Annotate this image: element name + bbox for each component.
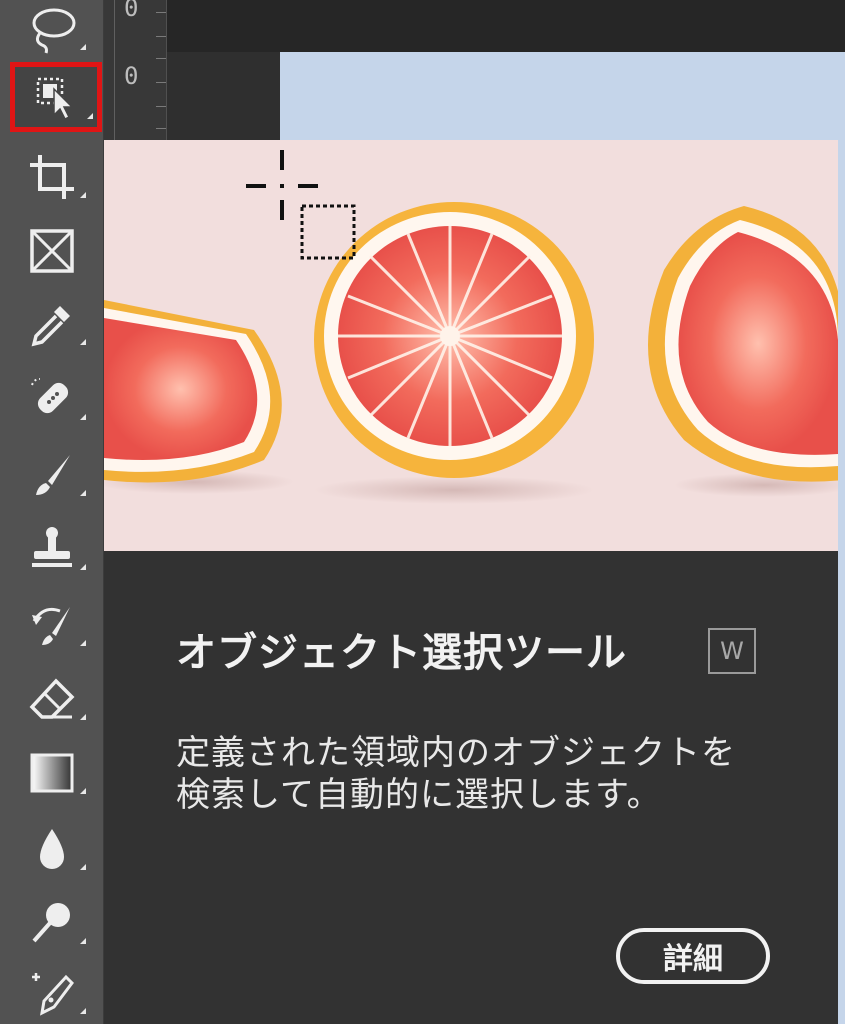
frame-tool[interactable] [14, 222, 90, 280]
history-brush-tool[interactable] [14, 596, 90, 654]
canvas-pasteboard [166, 52, 280, 142]
lasso-tool[interactable] [14, 0, 90, 58]
pen-icon [32, 973, 74, 1016]
learn-more-button[interactable]: 詳細 [616, 928, 770, 984]
tooltip-preview-image [104, 140, 838, 551]
vertical-ruler[interactable]: 0 0 [104, 0, 167, 140]
eyedropper-tool[interactable] [14, 295, 90, 353]
tool-tooltip: オブジェクト選択ツール W 定義された領域内のオブジェクトを検索して自動的に選択… [104, 140, 838, 1024]
eraser-tool[interactable] [14, 670, 90, 728]
frame-icon [30, 229, 74, 273]
gradient-tool[interactable] [14, 744, 90, 802]
ruler-tick [156, 82, 166, 83]
document-canvas[interactable] [280, 52, 845, 142]
spot-healing-tool[interactable] [14, 370, 90, 428]
pen-tool[interactable] [14, 964, 90, 1022]
ruler-tick [156, 106, 166, 107]
bandage-icon [31, 378, 69, 414]
clone-stamp-tool[interactable] [14, 520, 90, 578]
ruler-tick [156, 36, 166, 37]
lasso-icon [32, 8, 76, 54]
tooltip-description: 定義された領域内のオブジェクトを検索して自動的に選択します。 [176, 733, 736, 815]
ruler-tick [156, 128, 166, 129]
eyedropper-icon [31, 306, 70, 347]
drop-icon [40, 829, 64, 869]
grapefruit-center [314, 202, 594, 478]
ruler-tick [156, 58, 166, 59]
options-bar-area [166, 0, 845, 52]
crop-tool[interactable] [14, 148, 90, 206]
eraser-icon [29, 678, 75, 719]
gradient-icon [30, 753, 74, 793]
selection-marquee-icon [300, 204, 356, 260]
history-brush-icon [32, 607, 70, 645]
shortcut-key-badge: W [708, 628, 756, 674]
ruler-label: 0 [124, 0, 139, 22]
stamp-icon [32, 527, 72, 567]
brush-icon [36, 455, 70, 495]
crop-icon [30, 155, 74, 199]
dodge-tool[interactable] [14, 894, 90, 952]
brush-tool[interactable] [14, 446, 90, 504]
grapefruit-right [648, 206, 838, 482]
grapefruit-left [104, 300, 282, 483]
ruler-label: 0 [124, 62, 139, 90]
ruler-line [114, 0, 115, 140]
tools-panel [0, 0, 104, 1024]
object-selection-tool[interactable] [10, 62, 102, 132]
blur-tool[interactable] [14, 820, 90, 878]
document-canvas-edge [838, 140, 845, 1024]
dodge-icon [32, 903, 70, 943]
crosshair-cursor-icon [246, 150, 318, 220]
object-selection-icon [36, 77, 74, 121]
ruler-tick [156, 12, 166, 13]
tooltip-title: オブジェクト選択ツール [176, 630, 627, 676]
